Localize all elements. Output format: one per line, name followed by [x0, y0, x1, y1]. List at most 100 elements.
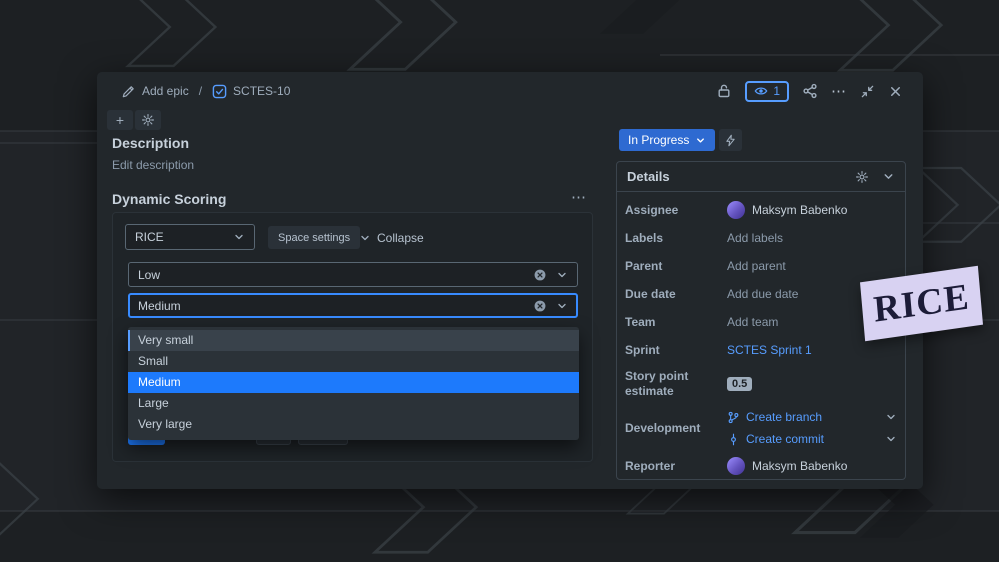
- reach-select[interactable]: Low: [128, 262, 578, 287]
- chevron-down-icon: [556, 300, 568, 312]
- field-development: Development Create branch: [625, 404, 897, 452]
- option-large[interactable]: Large: [128, 393, 579, 414]
- chevron-down-icon: [359, 232, 371, 244]
- more-actions-button[interactable]: ⋯: [831, 84, 847, 99]
- chevron-down-icon: [556, 269, 568, 281]
- issue-key-label: SCTES-10: [233, 84, 290, 98]
- status-row: In Progress: [619, 129, 742, 151]
- assignee-name: Maksym Babenko: [752, 203, 847, 217]
- watch-button[interactable]: 1: [745, 81, 789, 102]
- option-very-large[interactable]: Very large: [128, 414, 579, 435]
- field-label: Development: [625, 421, 727, 436]
- story-point-badge[interactable]: 0.5: [727, 377, 752, 391]
- clear-icon[interactable]: [533, 268, 547, 282]
- create-commit-link[interactable]: Create commit: [746, 432, 824, 446]
- issue-modal: Add epic / SCTES-10: [97, 72, 923, 489]
- settings-button[interactable]: [135, 110, 161, 130]
- chevron-down-icon: [233, 231, 245, 243]
- scoring-more-button[interactable]: ⋯: [571, 188, 587, 206]
- field-reporter: Reporter Maksym Babenko: [625, 452, 897, 480]
- details-title: Details: [627, 169, 670, 184]
- collapse-label: Collapse: [377, 231, 424, 245]
- chevron-down-icon[interactable]: [885, 433, 897, 445]
- space-settings-label: Space settings: [278, 232, 350, 244]
- share-icon[interactable]: [802, 83, 818, 99]
- option-very-small[interactable]: Very small: [128, 330, 579, 351]
- framework-value: RICE: [135, 230, 164, 244]
- field-label: Sprint: [625, 343, 727, 358]
- impact-value: Medium: [138, 299, 181, 313]
- create-branch-link[interactable]: Create branch: [746, 410, 822, 424]
- commit-icon: [727, 433, 740, 446]
- reporter-value[interactable]: Maksym Babenko: [727, 457, 847, 475]
- option-medium[interactable]: Medium: [128, 372, 579, 393]
- description-title: Description: [112, 135, 189, 151]
- plus-icon: +: [116, 112, 124, 128]
- impact-options-listbox: Very small Small Medium Large Very large: [128, 327, 579, 440]
- add-epic-button[interactable]: Add epic: [121, 84, 189, 99]
- field-labels: Labels Add labels: [625, 224, 897, 252]
- space-settings-button[interactable]: Space settings: [268, 226, 360, 249]
- reporter-name: Maksym Babenko: [752, 459, 847, 473]
- field-team: Team Add team: [625, 308, 897, 336]
- create-commit-row: Create commit: [727, 429, 897, 450]
- field-parent: Parent Add parent: [625, 252, 897, 280]
- quick-add-toolbar: +: [107, 110, 161, 130]
- chevron-down-icon[interactable]: [885, 411, 897, 423]
- close-icon[interactable]: [888, 84, 903, 99]
- edit-description-field[interactable]: Edit description: [112, 158, 194, 172]
- branch-icon: [727, 411, 740, 424]
- sprint-link[interactable]: SCTES Sprint 1: [727, 343, 812, 357]
- field-label: Assignee: [625, 203, 727, 218]
- dynamic-scoring-title: Dynamic Scoring: [112, 191, 226, 207]
- field-due-date: Due date Add due date: [625, 280, 897, 308]
- add-due-date-field[interactable]: Add due date: [727, 287, 798, 301]
- add-button[interactable]: +: [107, 110, 133, 130]
- collapse-button[interactable]: Collapse: [359, 226, 424, 249]
- field-label: Reporter: [625, 459, 727, 474]
- add-team-field[interactable]: Add team: [727, 315, 778, 329]
- status-dropdown[interactable]: In Progress: [619, 129, 715, 151]
- option-small[interactable]: Small: [128, 351, 579, 372]
- task-type-icon: [212, 84, 227, 99]
- details-collapse-chevron-icon[interactable]: [882, 170, 895, 183]
- chevron-down-icon: [695, 135, 706, 146]
- add-parent-field[interactable]: Add parent: [727, 259, 786, 273]
- status-label: In Progress: [628, 133, 689, 147]
- breadcrumb-separator: /: [199, 84, 202, 98]
- gear-icon: [141, 113, 155, 127]
- field-label: Story point estimate: [625, 369, 727, 399]
- clear-icon[interactable]: [533, 299, 547, 313]
- avatar: [727, 457, 745, 475]
- details-header: Details: [617, 162, 905, 192]
- lightning-icon: [724, 134, 737, 147]
- details-body: Assignee Maksym Babenko Labels Add label…: [617, 192, 905, 480]
- add-labels-field[interactable]: Add labels: [727, 231, 783, 245]
- scoring-panel: RICE Space settings Collapse Low: [112, 212, 593, 462]
- watch-count: 1: [773, 84, 780, 98]
- field-label: Team: [625, 315, 727, 330]
- field-sprint: Sprint SCTES Sprint 1: [625, 336, 897, 364]
- header-actions: 1 ⋯: [716, 81, 903, 102]
- assignee-value[interactable]: Maksym Babenko: [727, 201, 847, 219]
- field-story-points: Story point estimate 0.5: [625, 364, 897, 404]
- watch-eye-icon: [754, 84, 768, 98]
- edit-icon: [121, 84, 136, 99]
- reach-value: Low: [138, 268, 160, 282]
- impact-select[interactable]: Medium: [128, 293, 578, 318]
- rice-sticker-text: RICE: [872, 275, 971, 331]
- avatar: [727, 201, 745, 219]
- minimize-icon[interactable]: [860, 84, 875, 99]
- create-branch-row: Create branch: [727, 407, 897, 428]
- field-label: Due date: [625, 287, 727, 302]
- lock-icon[interactable]: [716, 83, 732, 99]
- field-label: Labels: [625, 231, 727, 246]
- framework-select[interactable]: RICE: [125, 224, 255, 250]
- automation-button[interactable]: [719, 129, 742, 151]
- modal-header: Add epic / SCTES-10: [121, 80, 903, 102]
- field-label: Parent: [625, 259, 727, 274]
- breadcrumb-issue-key[interactable]: SCTES-10: [212, 84, 290, 99]
- add-epic-label: Add epic: [142, 84, 189, 98]
- details-gear-icon[interactable]: [855, 170, 869, 184]
- field-assignee: Assignee Maksym Babenko: [625, 196, 897, 224]
